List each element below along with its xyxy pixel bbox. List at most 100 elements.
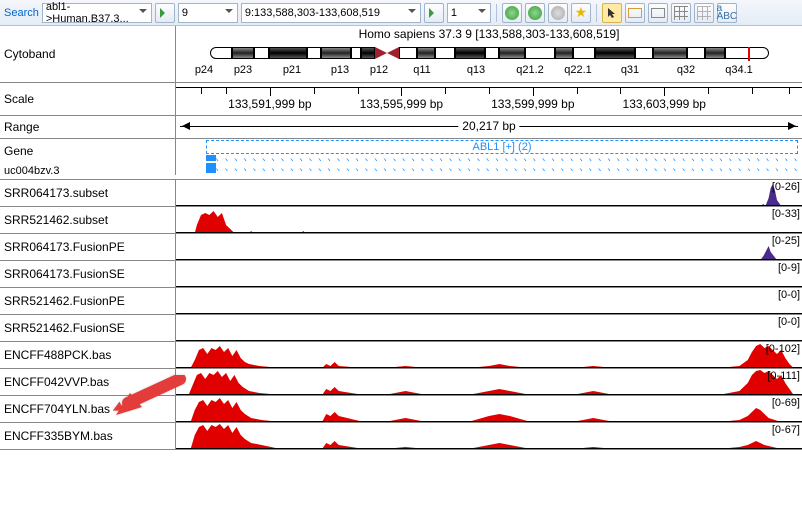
separator (596, 4, 597, 22)
coverage-plot (176, 342, 802, 368)
track-label: SRR064173.FusionSE (0, 261, 175, 287)
track-scale: [0-9] (778, 262, 800, 274)
cytoband-row: Cytoband Homo sapiens 37.3 9 [133,588,30… (0, 26, 802, 83)
coverage-plot (176, 207, 802, 233)
search-label: Search (4, 7, 39, 19)
star-icon: ★ (575, 4, 588, 21)
transcript-row: uc004bzv.3 ›››››››››››››››››››››››››››››… (0, 163, 802, 180)
track-row[interactable]: SRR064173.subset [0-26] (0, 180, 802, 207)
band-labels: p24 p23 p21 p13 p12 q11 q13 q21.2 q22.1 … (186, 64, 792, 76)
grid-icon (674, 6, 688, 20)
grid-icon (697, 6, 711, 20)
refresh-icon (505, 6, 519, 20)
track-content[interactable] (175, 396, 802, 422)
transcript-label: uc004bzv.3 (0, 163, 175, 179)
range-row: Range 20,217 bp (0, 116, 802, 139)
chrom-combo[interactable]: 9 (178, 3, 238, 23)
coverage-plot (176, 180, 802, 206)
rect-icon (628, 8, 642, 18)
forward-icon (551, 6, 565, 20)
zoom-spinner[interactable]: 1 (447, 3, 491, 23)
search-combo[interactable]: abl1->Human.B37.3... (42, 3, 152, 23)
track-label: SRR521462.subset (0, 207, 175, 233)
track-content[interactable] (175, 261, 802, 287)
wrap-tool[interactable]: aABC (717, 3, 737, 23)
transcript-arrows: ››››››››››››››››››››››››››››››››››››››››… (206, 165, 798, 171)
track-scale: [0-69] (772, 397, 800, 409)
track-content[interactable] (175, 207, 802, 233)
track-scale: [0-102] (766, 343, 800, 355)
coverage-plot (176, 234, 802, 260)
select-tool[interactable] (625, 3, 645, 23)
grid2-tool[interactable] (694, 3, 714, 23)
track-content[interactable] (175, 315, 802, 341)
forward-button[interactable] (548, 3, 568, 23)
track-label: ENCFF488PCK.bas (0, 342, 175, 368)
track-row[interactable]: SRR064173.FusionSE [0-9] (0, 261, 802, 288)
separator (496, 4, 497, 22)
track-label: SRR064173.FusionPE (0, 234, 175, 260)
back-icon (528, 6, 542, 20)
track-scale: [0-33] (772, 208, 800, 220)
scale-row: Scale 133,591,999 bp 133,595,999 bp 133,… (0, 83, 802, 116)
region-tool[interactable] (648, 3, 668, 23)
scale-content[interactable]: 133,591,999 bp 133,595,999 bp 133,599,99… (175, 83, 802, 115)
gene-content[interactable]: ABL1 [+] (2) ›››››››››››››››››››››››››››… (175, 139, 802, 163)
range-content[interactable]: 20,217 bp (175, 116, 802, 138)
chromosome-ideogram[interactable] (186, 43, 792, 63)
track-label: SRR064173.subset (0, 180, 175, 206)
track-row[interactable]: SRR064173.FusionPE [0-25] (0, 234, 802, 261)
rect-icon (651, 8, 665, 18)
toolbar: Search abl1->Human.B37.3... 9 9:133,588,… (0, 0, 802, 26)
go-search-button[interactable] (155, 3, 175, 23)
coverage-plot (176, 261, 802, 287)
range-label: Range (0, 116, 175, 138)
gene-row: Gene ABL1 [+] (2) ››››››››››››››››››››››… (0, 139, 802, 163)
refresh-button[interactable] (502, 3, 522, 23)
track-content[interactable] (175, 342, 802, 368)
track-scale: [0-0] (778, 289, 800, 301)
gene-box[interactable]: ABL1 [+] (2) (206, 140, 798, 154)
arrow-right-icon (429, 8, 439, 18)
cytoband-label: Cytoband (0, 26, 175, 82)
track-content[interactable] (175, 180, 802, 206)
track-content[interactable] (175, 288, 802, 314)
track-scale: [0-26] (772, 181, 800, 193)
track-row[interactable]: SRR521462.FusionPE [0-0] (0, 288, 802, 315)
cytoband-title: Homo sapiens 37.3 9 [133,588,303-133,608… (176, 26, 802, 42)
track-label: SRR521462.FusionPE (0, 288, 175, 314)
cytoband-content[interactable]: Homo sapiens 37.3 9 [133,588,303-133,608… (175, 26, 802, 82)
pointer-tool[interactable] (602, 3, 622, 23)
wrap-icon: aABC (717, 5, 738, 21)
grid-tool[interactable] (671, 3, 691, 23)
range-text: 20,217 bp (458, 119, 519, 133)
track-content[interactable] (175, 234, 802, 260)
track-row[interactable]: ENCFF488PCK.bas [0-102] (0, 342, 802, 369)
scale-label: Scale (0, 83, 175, 115)
region-combo[interactable]: 9:133,588,303-133,608,519 (241, 3, 421, 23)
coverage-plot (176, 369, 802, 395)
track-scale: [0-25] (772, 235, 800, 247)
arrow-right-icon (160, 8, 170, 18)
scale-axis (176, 87, 802, 95)
track-row[interactable]: SRR521462.FusionSE [0-0] (0, 315, 802, 342)
coverage-plot (176, 396, 802, 422)
track-scale: [0-111] (767, 370, 800, 382)
track-content[interactable] (175, 369, 802, 395)
coverage-plot (176, 315, 802, 341)
cursor-icon (606, 7, 618, 19)
track-scale: [0-0] (778, 316, 800, 328)
coverage-plot (176, 423, 802, 449)
bookmark-button[interactable]: ★ (571, 3, 591, 23)
annotation-arrow (112, 375, 192, 428)
back-button[interactable] (525, 3, 545, 23)
track-label: SRR521462.FusionSE (0, 315, 175, 341)
coverage-plot (176, 288, 802, 314)
transcript-content[interactable]: ››››››››››››››››››››››››››››››››››››››››… (175, 163, 802, 175)
track-content[interactable] (175, 423, 802, 449)
track-row[interactable]: SRR521462.subset [0-33] (0, 207, 802, 234)
go-region-button[interactable] (424, 3, 444, 23)
gene-label: Gene (0, 139, 175, 163)
gene-strand-arrows: ››››››››››››››››››››››››››››››››››››››››… (206, 155, 798, 161)
track-scale: [0-67] (772, 424, 800, 436)
